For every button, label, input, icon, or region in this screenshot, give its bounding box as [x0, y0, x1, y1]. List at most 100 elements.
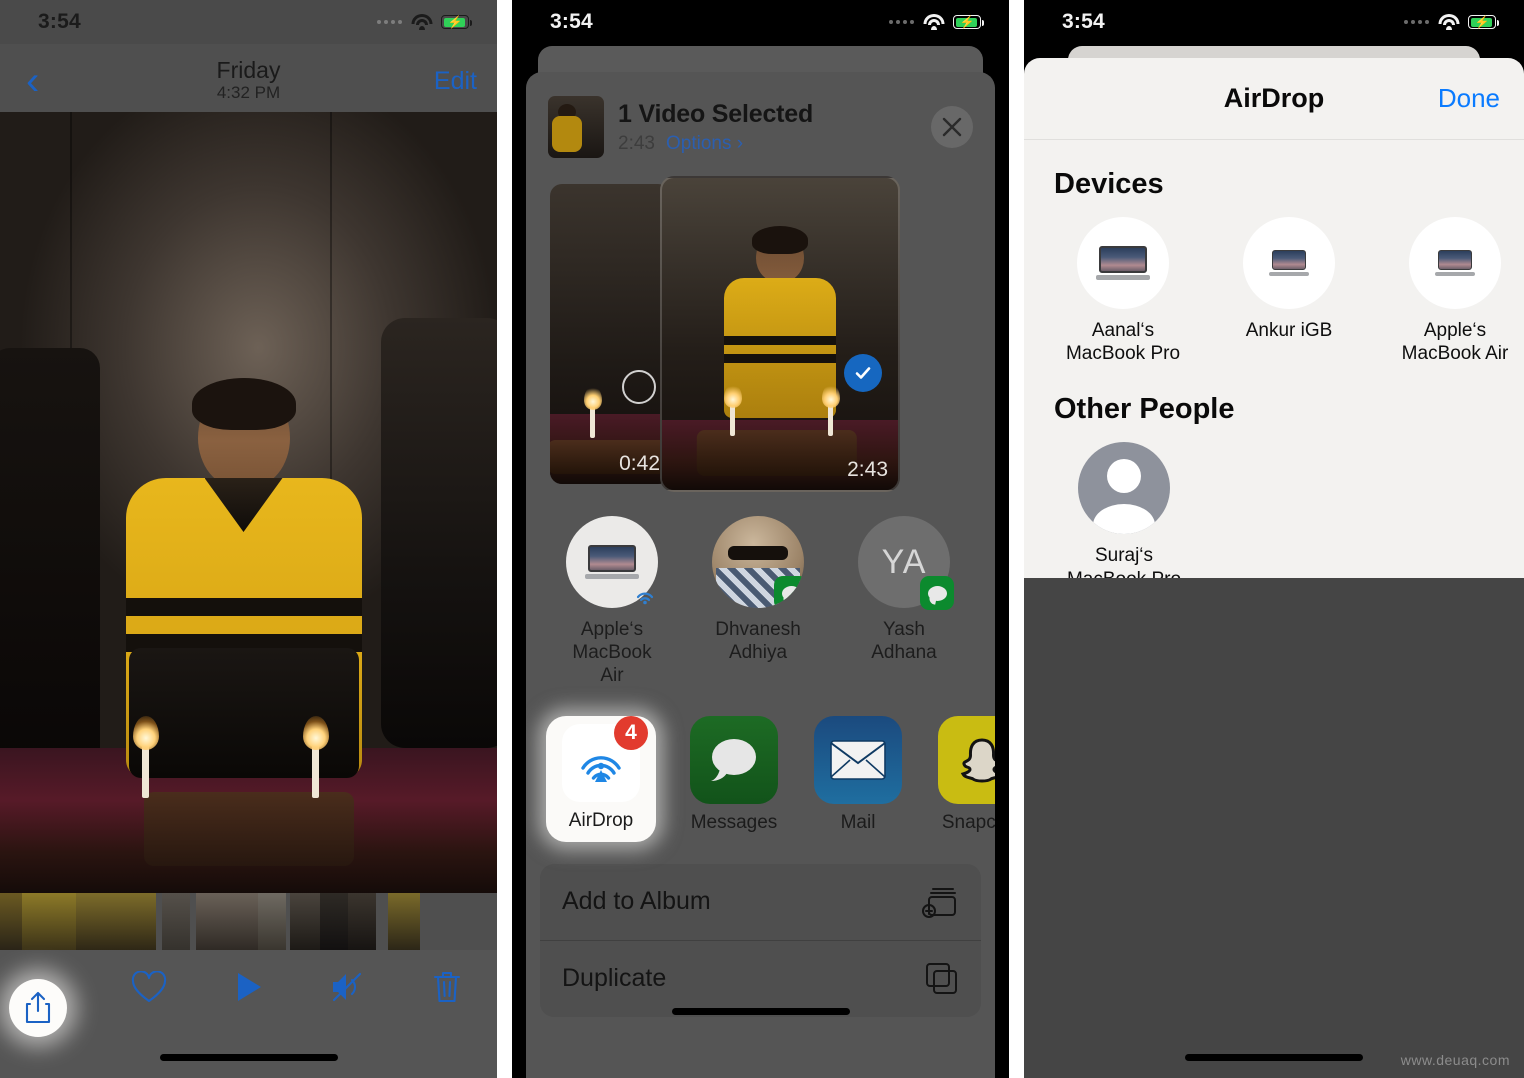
- app-label: Messages: [690, 811, 778, 833]
- macbook-icon: [585, 545, 639, 579]
- avatar: [712, 516, 804, 608]
- filmstrip[interactable]: [0, 893, 497, 950]
- app-label: AirDrop: [568, 809, 634, 831]
- row-label: Duplicate: [562, 964, 667, 993]
- media-thumb-selected[interactable]: 2:43: [660, 176, 900, 492]
- status-bar-1: 3:54 ⚡: [0, 0, 497, 44]
- device-name: Aanal‘s MacBook Pro: [1065, 320, 1181, 365]
- signal-dots-icon: [1404, 20, 1429, 24]
- panel-airdrop-picker: 3:54 ⚡ AirDrop Done Devices Aanal‘s MacB…: [1024, 0, 1524, 1078]
- screenshot-stage: 3:54 ⚡ ‹ Friday 4:32 PM Edit 3:54 ⚡ 1 Vi…: [0, 0, 1524, 1078]
- edit-button[interactable]: Edit: [434, 67, 477, 96]
- battery-charging-icon: ⚡: [441, 15, 472, 29]
- media-duration: 0:42: [619, 452, 660, 475]
- options-button[interactable]: Options ›: [666, 133, 743, 155]
- other-people-header: Other People: [1054, 393, 1235, 426]
- app-label: Snapchat: [941, 811, 995, 833]
- panel-share-sheet: 3:54 ⚡ 1 Video Selected 2:43 Options › 0…: [512, 0, 1009, 1078]
- airdrop-nav-bar: AirDrop Done: [1024, 58, 1524, 140]
- share-target-item[interactable]: Dhvanesh Adhiya: [708, 516, 808, 688]
- share-button[interactable]: [9, 979, 67, 1037]
- signal-dots-icon: [889, 20, 914, 24]
- panel-photo-viewer: 3:54 ⚡ ‹ Friday 4:32 PM Edit: [0, 0, 497, 1078]
- device-item[interactable]: Ankur iGB: [1220, 217, 1358, 365]
- wifi-icon: [923, 14, 944, 30]
- status-time: 3:54: [550, 10, 593, 33]
- checkmark-icon: [855, 367, 871, 379]
- media-duration: 2:43: [847, 458, 888, 481]
- done-button[interactable]: Done: [1438, 83, 1500, 114]
- share-target-name: Dhvanesh Adhiya: [715, 619, 801, 664]
- avatar: [1077, 217, 1169, 309]
- row-duplicate[interactable]: Duplicate: [540, 939, 981, 1017]
- back-button[interactable]: ‹: [20, 61, 45, 101]
- row-add-to-album[interactable]: Add to Album: [540, 864, 981, 940]
- status-indicators: ⚡: [377, 14, 472, 30]
- avatar: [1409, 217, 1501, 309]
- favorite-button[interactable]: [99, 970, 198, 1004]
- selected-video-thumbnail[interactable]: [548, 96, 604, 158]
- share-target-item[interactable]: Apple‘s MacBook Air: [562, 516, 662, 688]
- device-name: Ankur iGB: [1245, 320, 1333, 341]
- messages-icon: [690, 715, 778, 804]
- devices-header: Devices: [1054, 168, 1164, 200]
- heart-icon: [131, 970, 167, 1002]
- share-sheet-meta: 1 Video Selected 2:43 Options ›: [618, 100, 917, 155]
- device-item[interactable]: Aanal‘s MacBook Pro: [1054, 217, 1192, 365]
- battery-charging-icon: ⚡: [953, 15, 984, 29]
- share-apps-row: 4 AirDrop Messages Mail Snapc: [526, 706, 995, 858]
- share-target-item[interactable]: YA Yash Adhana: [854, 516, 954, 688]
- selection-circle-icon[interactable]: [622, 370, 656, 404]
- wifi-icon: [411, 14, 432, 30]
- share-sheet-title: 1 Video Selected: [618, 99, 814, 128]
- person-placeholder-icon: [1078, 442, 1170, 535]
- play-button[interactable]: [199, 971, 298, 1003]
- wifi-icon: [1438, 14, 1459, 30]
- app-airdrop[interactable]: 4 AirDrop: [546, 715, 656, 842]
- share-sheet-subtitle: 2:43 Options ›: [618, 133, 917, 155]
- app-messages[interactable]: Messages: [688, 715, 780, 834]
- photo-day-label: Friday: [216, 56, 281, 83]
- airdrop-sheet: AirDrop Done Devices Aanal‘s MacBook Pro…: [1024, 58, 1524, 590]
- media-preview-strip[interactable]: 0:42 2:43: [526, 176, 995, 496]
- home-indicator-3: [1185, 1054, 1363, 1061]
- airdrop-icon: 4: [562, 715, 648, 802]
- status-bar-2: 3:54 ⚡: [512, 0, 1009, 44]
- macbook-icon: [1435, 250, 1475, 276]
- share-targets-row: Apple‘s MacBook Air Dhvanesh Adhiya YA Y…: [526, 496, 995, 706]
- app-snapchat[interactable]: Snapchat: [936, 715, 995, 834]
- signal-dots-icon: [377, 20, 402, 24]
- photo-canvas[interactable]: [0, 112, 497, 898]
- photo-time-label: 4:32 PM: [216, 83, 281, 103]
- device-item[interactable]: Apple‘s MacBook Air: [1386, 217, 1524, 365]
- airdrop-badge-count: 4: [614, 715, 648, 750]
- snapchat-icon: [938, 715, 995, 804]
- airdrop-title: AirDrop: [1223, 83, 1325, 113]
- media-thumb-unselected[interactable]: 0:42: [550, 184, 670, 484]
- share-actions-list: Add to Album Duplicate: [540, 863, 981, 1017]
- selected-check-icon[interactable]: [844, 354, 882, 392]
- status-indicators: ⚡: [889, 14, 984, 30]
- options-label: Options: [665, 132, 732, 154]
- avatar: [1243, 217, 1335, 309]
- share-target-name: Apple‘s MacBook Air: [572, 619, 652, 687]
- share-icon: [25, 991, 51, 1024]
- close-button[interactable]: [931, 106, 973, 148]
- duplicate-icon: [926, 962, 957, 994]
- mail-icon: [814, 715, 902, 804]
- other-person-item[interactable]: Suraj‘s MacBook Pro: [1054, 442, 1194, 590]
- mute-button[interactable]: [298, 971, 397, 1003]
- status-time: 3:54: [38, 10, 81, 33]
- photo-date-title: Friday 4:32 PM: [216, 56, 281, 105]
- macbook-icon: [1269, 250, 1309, 276]
- messages-icon: [920, 576, 954, 610]
- home-indicator-1: [159, 1054, 338, 1061]
- share-sheet: 1 Video Selected 2:43 Options › 0:42 2:4…: [526, 72, 995, 1078]
- app-mail[interactable]: Mail: [812, 715, 904, 834]
- close-icon: [942, 117, 962, 137]
- device-name: Apple‘s MacBook Air: [1401, 320, 1509, 365]
- photo-nav-bar: ‹ Friday 4:32 PM Edit: [0, 44, 497, 118]
- delete-button[interactable]: [398, 970, 497, 1004]
- avatar-initials: YA: [881, 542, 927, 581]
- battery-charging-icon: ⚡: [1468, 15, 1499, 29]
